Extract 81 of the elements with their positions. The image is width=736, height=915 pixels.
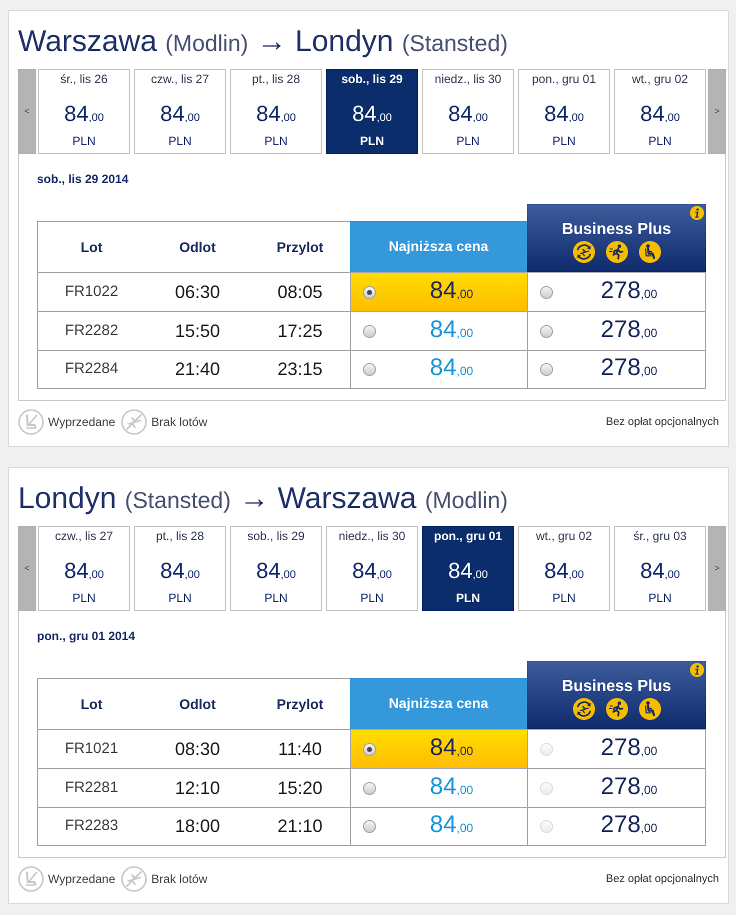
flight-cell: FR2281 [37,768,145,807]
plane-arrows-icon [572,698,594,720]
plane-arrows-icon [572,241,594,263]
radio-button[interactable] [363,363,376,376]
crossed-plane-icon [121,866,148,892]
fare-title: Business Plus [562,221,672,239]
flight-cell: FR2282 [37,311,145,350]
date-tab[interactable]: pon., gru 01 84,00 PLN [518,69,610,154]
legend-label: Wyprzedane [48,414,116,431]
time-cell: 12:10 [145,768,250,807]
time-cell: 08:30 [145,729,250,768]
flight-cell: FR1021 [37,729,145,768]
fare-price: 84,00 [428,811,474,840]
running-person-icon [606,698,628,720]
crossed-seat-icon [18,409,44,435]
radio-button[interactable] [363,286,376,298]
radio-button[interactable] [540,324,553,338]
date-tab[interactable]: niedz., lis 30 84,00 PLN [422,69,514,154]
column-header: Odlot [145,221,250,272]
fare-price: 84,00 [428,772,474,802]
radio-button[interactable] [363,742,376,756]
date-tab[interactable]: pon., gru 01 84,00 PLN [422,526,514,611]
radio-button[interactable] [363,820,376,833]
selected-date: sob., lis 29 2014 [37,171,128,187]
time-cell: 21:40 [145,350,250,389]
fare-price: 278,00 [600,772,658,802]
flight-cell: FR2283 [37,807,145,846]
selected-date: pon., gru 01 2014 [37,628,136,644]
fare-price: 278,00 [600,811,658,840]
fare-price: 278,00 [600,734,658,762]
date-tab[interactable]: pt., lis 28 84,00 PLN [230,69,322,154]
date-tab[interactable]: pt., lis 28 84,00 PLN [134,526,226,611]
fees-note: Bez opłat opcjonalnych [606,872,719,887]
date-tab[interactable]: śr., lis 26 84,00 PLN [38,69,130,154]
info-icon[interactable] [690,206,704,220]
date-tab[interactable]: śr., gru 03 84,00 PLN [614,526,706,611]
fare-price: 84,00 [428,276,474,306]
date-tab[interactable]: czw., lis 27 84,00 PLN [38,526,130,611]
next-button[interactable]: > [708,526,726,611]
crossed-seat-icon [18,866,44,892]
time-cell: 15:50 [145,311,250,350]
seated-person-icon [638,698,660,720]
column-header: Lot [37,678,145,729]
column-header: Lot [37,221,145,272]
radio-button[interactable] [540,363,553,376]
date-tab[interactable]: sob., lis 29 84,00 PLN [230,526,322,611]
legend-label: Brak lotów [151,871,208,888]
crossed-plane-icon [121,409,148,435]
fare-price: 84,00 [428,354,474,383]
radio-button[interactable] [363,782,376,794]
column-header: Odlot [145,678,250,729]
fare-price: 278,00 [600,276,658,306]
seated-person-icon [638,241,660,263]
next-button[interactable]: > [708,69,726,154]
flight-cell: FR2284 [37,350,145,389]
fare-price: 278,00 [600,316,658,344]
radio-button[interactable] [363,324,376,338]
date-tab[interactable]: niedz., lis 30 84,00 PLN [326,526,418,611]
info-icon[interactable] [690,663,704,677]
route-title: Warszawa (Modlin) → Londyn (Stansted) [18,24,509,60]
previous-button[interactable]: < [18,69,36,154]
time-cell: 06:30 [145,272,250,311]
date-tab[interactable]: czw., lis 27 84,00 PLN [134,69,226,154]
date-tab[interactable]: wt., gru 02 84,00 PLN [518,526,610,611]
running-person-icon [606,241,628,263]
fare-header: Najniższa cena [350,678,527,729]
date-tab[interactable]: sob., lis 29 84,00 PLN [326,69,418,154]
fees-note: Bez opłat opcjonalnych [606,414,719,430]
legend-label: Brak lotów [151,414,208,431]
legend-label: Wyprzedane [48,871,116,888]
previous-button[interactable]: < [18,526,36,611]
route-title: Londyn (Stansted) → Warszawa (Modlin) [18,481,509,517]
fare-price: 84,00 [428,316,474,344]
time-cell: 18:00 [145,807,250,846]
fare-title: Business Plus [562,678,672,696]
flight-cell: FR1022 [37,272,145,311]
radio-button[interactable] [540,286,553,298]
date-tab[interactable]: wt., gru 02 84,00 PLN [614,69,706,154]
fare-header: Najniższa cena [350,221,527,272]
fare-price: 278,00 [600,354,658,383]
fare-price: 84,00 [428,734,474,762]
